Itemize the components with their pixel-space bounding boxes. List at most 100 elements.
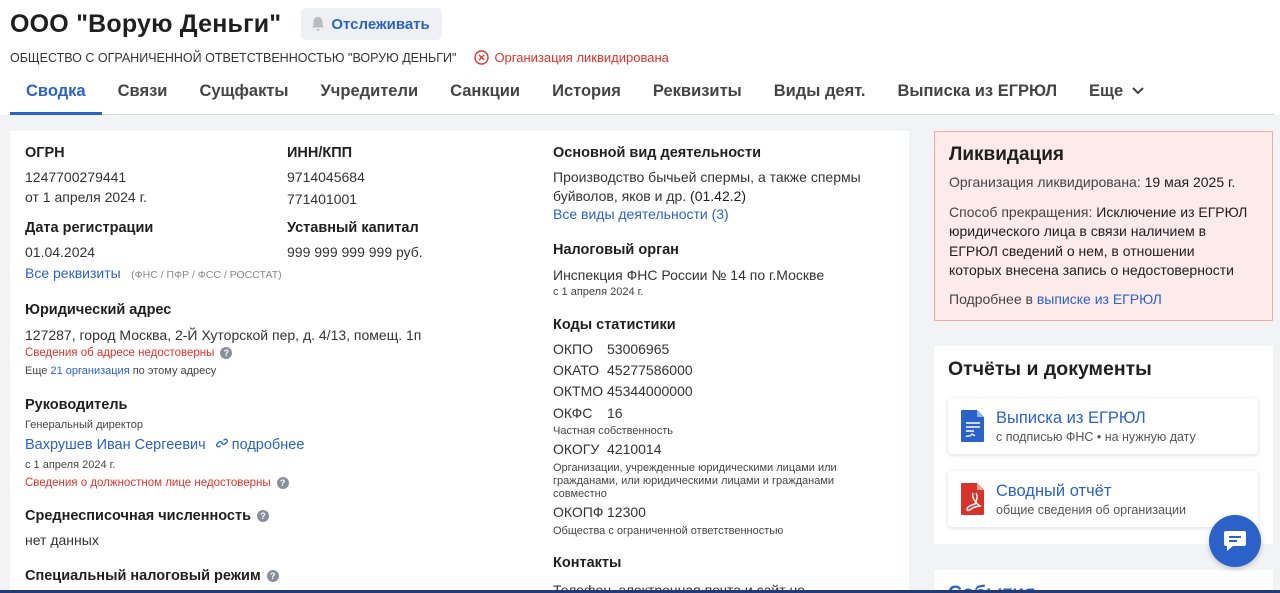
- bell-icon: [312, 17, 325, 31]
- kpp-value: 771401001: [287, 191, 358, 207]
- tab-history[interactable]: История: [536, 78, 637, 114]
- help-icon[interactable]: ?: [257, 510, 269, 523]
- okopf-desc: Общества с ограниченной ответственностью: [553, 525, 784, 537]
- okato-row: ОКАТО 45277586000: [553, 362, 693, 378]
- method-line: которых внесена запись о недостоверности: [949, 262, 1234, 278]
- tab-label: Связи: [117, 82, 168, 100]
- address-value: 127287, город Москва, 2-Й Хуторской пер,…: [25, 327, 422, 343]
- address-more: Еще 21 организация по этому адресу: [25, 365, 216, 377]
- method-line: Исключение из ЕГРЮЛ: [1096, 203, 1248, 220]
- capital-value: 999 999 999 999 руб.: [287, 244, 423, 260]
- director-warning-text: Сведения о должностном лице недостоверны: [25, 477, 271, 490]
- doc-summary-report[interactable]: Сводный отчёт общие сведения об организа…: [948, 471, 1258, 527]
- tab-egrul[interactable]: Выписка из ЕГРЮЛ: [881, 78, 1073, 114]
- reg-date-label: Дата регистрации: [25, 220, 154, 236]
- method-prefix: Способ прекращения:: [949, 203, 1093, 220]
- inn-value: 9714045684: [287, 169, 365, 185]
- tab-requisites[interactable]: Реквизиты: [637, 78, 758, 114]
- doc-subtitle: с подписью ФНС • на нужную дату: [996, 429, 1196, 444]
- director-name-link[interactable]: Вахрушев Иван Сергеевич: [25, 437, 206, 453]
- tab-links[interactable]: Связи: [102, 78, 184, 114]
- okogu-row: ОКОГУ 4210014: [553, 441, 662, 457]
- activity-label: Основной вид деятельности: [553, 145, 762, 161]
- inn-label: ИНН/КПП: [287, 145, 353, 161]
- tax-regime-label-row: Специальный налоговый режим?: [25, 568, 279, 584]
- help-icon[interactable]: ?: [266, 570, 279, 583]
- activity-code: (01.42.2): [690, 188, 747, 204]
- tax-office-label: Налоговый орган: [553, 242, 679, 258]
- all-requisites: Все реквизиты (ФНС / ПФР / ФСС / РОССТАТ…: [25, 265, 282, 283]
- document-icon: [961, 410, 984, 442]
- liquidated-status: Организация ликвидирована: [474, 50, 669, 65]
- chat-button[interactable]: [1209, 515, 1261, 567]
- tab-label: Сущфакты: [199, 82, 289, 100]
- director-date: с 1 апреля 2024 г.: [25, 459, 116, 471]
- ogrn-value: 1247700279441: [25, 169, 127, 185]
- code-value: 4210014: [607, 441, 662, 457]
- liquidation-title: Ликвидация: [949, 144, 1064, 165]
- activity-line1: Производство бычьей спермы, а также спер…: [553, 169, 861, 185]
- tab-label: Еще: [1089, 82, 1124, 100]
- director-warning: Сведения о должностном лице недостоверны…: [25, 477, 289, 489]
- code-key: ОКАТО: [553, 362, 600, 378]
- liquidation-date-prefix: Организация ликвидирована:: [949, 174, 1141, 190]
- code-value: 45344000000: [607, 383, 693, 399]
- activity-line2-row: буйволов, яков и др. (01.42.2): [553, 186, 746, 206]
- code-value: 16: [607, 405, 623, 421]
- all-requisites-link[interactable]: Все реквизиты: [25, 265, 121, 281]
- address-warning-text: Сведения об адресе недостоверны: [25, 347, 215, 360]
- director-label: Руководитель: [25, 397, 128, 413]
- tab-label: Сводка: [26, 82, 86, 100]
- track-button[interactable]: Отслеживать: [301, 8, 442, 40]
- all-activities-link[interactable]: Все виды деятельности (3): [553, 206, 729, 222]
- close-circle-icon: [474, 50, 490, 65]
- address-more-suffix: по этому адресу: [132, 365, 217, 377]
- doc-subtitle: общие сведения об организации: [996, 502, 1187, 517]
- fullname-row: ОБЩЕСТВО С ОГРАНИЧЕННОЙ ОТВЕТСТВЕННОСТЬЮ…: [10, 50, 669, 65]
- liquidation-more: Подробнее в выписке из ЕГРЮЛ: [949, 290, 1258, 310]
- address-label: Юридический адрес: [25, 302, 172, 318]
- egrul-extract-link[interactable]: выписке из ЕГРЮЛ: [1037, 291, 1162, 307]
- tab-more[interactable]: Еще: [1073, 78, 1161, 114]
- reports-title: Отчёты и документы: [948, 358, 1152, 380]
- chat-icon: [1224, 531, 1246, 551]
- title-row: ООО "Ворую Деньги" Отслеживать: [10, 8, 442, 40]
- contacts-label: Контакты: [553, 555, 622, 571]
- tab-facts[interactable]: Сущфакты: [183, 78, 304, 114]
- director-more-link[interactable]: подробнее: [215, 437, 304, 453]
- tab-founders[interactable]: Учредители: [305, 78, 435, 114]
- tab-sanctions[interactable]: Санкции: [434, 78, 536, 114]
- code-key: ОКОПФ: [553, 504, 604, 520]
- headcount-label-row: Среднесписочная численность?: [25, 508, 269, 524]
- liquidation-panel: Ликвидация Организация ликвидирована: 19…: [934, 131, 1273, 321]
- headcount-label: Среднесписочная численность: [25, 508, 251, 524]
- doc-egrul-extract[interactable]: Выписка из ЕГРЮЛ с подписью ФНС • на нуж…: [948, 398, 1258, 454]
- director-position: Генеральный директор: [25, 419, 143, 431]
- tab-svodka[interactable]: Сводка: [10, 78, 102, 115]
- code-key: ОКТМО: [553, 383, 604, 399]
- tab-label: Учредители: [320, 82, 419, 100]
- activity-line2: буйволов, яков и др.: [553, 188, 687, 204]
- method-line: ЕГРЮЛ сведений о нем, в отношении: [949, 242, 1195, 259]
- address-orgs-link[interactable]: 21 организация: [50, 365, 129, 377]
- status-text: Организация ликвидирована: [494, 50, 669, 65]
- code-key: ОКФС: [553, 405, 593, 421]
- director-row: Вахрушев Иван Сергеевич подробнее: [25, 437, 304, 453]
- pdf-icon: [961, 483, 984, 515]
- tax-office-date: с 1 апреля 2024 г.: [553, 286, 644, 298]
- liquidation-date: 19 мая 2025 г.: [1144, 174, 1236, 190]
- help-icon[interactable]: ?: [276, 477, 289, 489]
- reg-date-value: 01.04.2024: [25, 244, 96, 260]
- code-value: 45277586000: [607, 362, 693, 378]
- headcount-value: нет данных: [25, 532, 99, 548]
- code-key: ОКПО: [553, 341, 593, 357]
- liquidation-date-row: Организация ликвидирована: 19 мая 2025 г…: [949, 173, 1258, 193]
- method-line: юридического лица в связи наличием в: [949, 223, 1207, 239]
- chevron-down-icon: [1132, 87, 1144, 95]
- okogu-desc-line: совместно: [553, 488, 607, 500]
- tab-activities[interactable]: Виды деят.: [758, 78, 882, 114]
- doc-title: Выписка из ЕГРЮЛ: [996, 408, 1146, 427]
- help-icon[interactable]: ?: [220, 347, 233, 359]
- okfs-row: ОКФС 16: [553, 405, 623, 421]
- address-warning: Сведения об адресе недостоверны?: [25, 347, 233, 360]
